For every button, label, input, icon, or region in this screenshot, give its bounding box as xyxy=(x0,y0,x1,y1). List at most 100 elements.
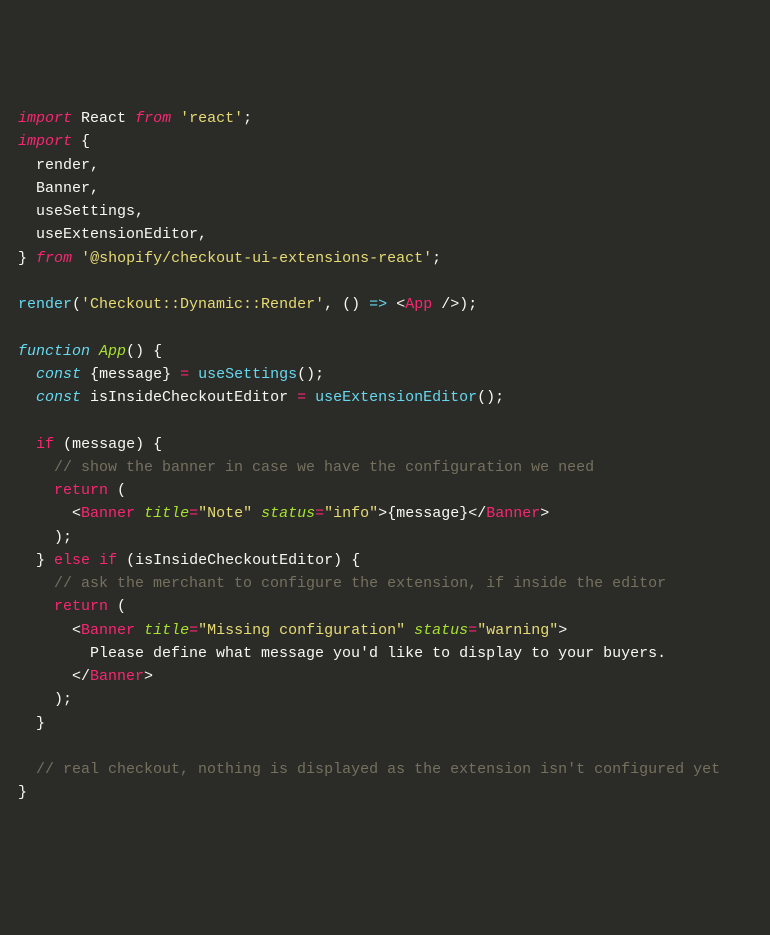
code-line: if (message) { xyxy=(18,436,162,453)
punct: ( xyxy=(126,343,135,360)
identifier: isInsideCheckoutEditor xyxy=(90,389,288,406)
jsx-text: Please define what message you'd like to… xyxy=(90,645,666,662)
code-line: Please define what message you'd like to… xyxy=(18,645,666,662)
comment: // ask the merchant to configure the ext… xyxy=(54,575,666,592)
punct: > xyxy=(540,505,549,522)
brace: { xyxy=(90,366,99,383)
brace: { xyxy=(153,436,162,453)
punct: < xyxy=(396,296,405,313)
code-line: useExtensionEditor, xyxy=(18,226,207,243)
punct: > xyxy=(378,505,387,522)
code-line: } else if (isInsideCheckoutEditor) { xyxy=(18,552,360,569)
identifier: message xyxy=(99,366,162,383)
jsx-tag: Banner xyxy=(81,505,135,522)
punct: </ xyxy=(72,668,90,685)
attr-name: status xyxy=(414,622,468,639)
fn-decl: App xyxy=(99,343,126,360)
punct: ( xyxy=(72,296,81,313)
code-line: ); xyxy=(18,529,72,546)
operator: = xyxy=(315,505,324,522)
code-line: Banner, xyxy=(18,180,99,197)
code-line: ); xyxy=(18,691,72,708)
brace: } xyxy=(162,366,171,383)
arrow: => xyxy=(369,296,387,313)
operator: = xyxy=(297,389,306,406)
code-line: </Banner> xyxy=(18,668,153,685)
code-line: } xyxy=(18,784,27,801)
keyword-if: if xyxy=(99,552,117,569)
code-line: } xyxy=(18,715,45,732)
keyword-return: return xyxy=(54,482,108,499)
comment: // real checkout, nothing is displayed a… xyxy=(36,761,720,778)
keyword-import: import xyxy=(18,133,72,150)
keyword-return: return xyxy=(54,598,108,615)
keyword-const: const xyxy=(36,389,81,406)
string-literal: "Missing configuration" xyxy=(198,622,405,639)
operator: = xyxy=(180,366,189,383)
identifier: isInsideCheckoutEditor xyxy=(135,552,333,569)
string-literal: "Note" xyxy=(198,505,252,522)
code-block: import React from 'react'; import { rend… xyxy=(18,107,752,805)
punct: (); xyxy=(477,389,504,406)
punct: </ xyxy=(468,505,486,522)
keyword-from: from xyxy=(36,250,72,267)
punct: ) xyxy=(351,296,360,313)
punct: ); xyxy=(54,529,72,546)
punct: ( xyxy=(117,482,126,499)
attr-name: status xyxy=(261,505,315,522)
code-line: import { xyxy=(18,133,90,150)
brace: } xyxy=(36,552,45,569)
keyword-function: function xyxy=(18,343,90,360)
jsx-tag: App xyxy=(405,296,432,313)
fn-call: useExtensionEditor xyxy=(315,389,477,406)
attr-name: title xyxy=(144,622,189,639)
jsx-tag: Banner xyxy=(90,668,144,685)
fn-call: useSettings xyxy=(198,366,297,383)
code-line: return ( xyxy=(18,598,126,615)
brace: { xyxy=(153,343,162,360)
code-line: render('Checkout::Dynamic::Render', () =… xyxy=(18,296,477,313)
operator: = xyxy=(468,622,477,639)
string-literal: "info" xyxy=(324,505,378,522)
code-line: // real checkout, nothing is displayed a… xyxy=(18,761,720,778)
attr-name: title xyxy=(144,505,189,522)
keyword-else: else xyxy=(54,552,90,569)
punct: ) xyxy=(135,343,144,360)
code-line: const isInsideCheckoutEditor = useExtens… xyxy=(18,389,504,406)
punct: < xyxy=(72,622,81,639)
keyword-import: import xyxy=(18,110,72,127)
code-line: function App() { xyxy=(18,343,162,360)
brace: { xyxy=(81,133,90,150)
code-line: const {message} = useSettings(); xyxy=(18,366,324,383)
punct: (); xyxy=(297,366,324,383)
string-literal: 'Checkout::Dynamic::Render' xyxy=(81,296,324,313)
jsx-tag: Banner xyxy=(81,622,135,639)
punct: ; xyxy=(432,250,441,267)
code-line: import React from 'react'; xyxy=(18,110,252,127)
operator: = xyxy=(189,622,198,639)
brace: } xyxy=(36,715,45,732)
code-line: } from '@shopify/checkout-ui-extensions-… xyxy=(18,250,441,267)
operator: = xyxy=(189,505,198,522)
brace: { xyxy=(387,505,396,522)
brace: } xyxy=(459,505,468,522)
code-line: <Banner title="Note" status="info">{mess… xyxy=(18,505,549,522)
code-line: useSettings, xyxy=(18,203,144,220)
punct: , xyxy=(324,296,333,313)
keyword-if: if xyxy=(36,436,54,453)
identifier: render, xyxy=(36,157,99,174)
string-literal: '@shopify/checkout-ui-extensions-react' xyxy=(81,250,432,267)
code-line: // show the banner in case we have the c… xyxy=(18,459,594,476)
punct: < xyxy=(72,505,81,522)
punct: ( xyxy=(117,598,126,615)
comment: // show the banner in case we have the c… xyxy=(54,459,594,476)
code-line: return ( xyxy=(18,482,126,499)
code-line: render, xyxy=(18,157,99,174)
punct: ) xyxy=(459,296,468,313)
punct: /> xyxy=(441,296,459,313)
punct: > xyxy=(144,668,153,685)
punct: ; xyxy=(243,110,252,127)
brace: } xyxy=(18,250,27,267)
identifier: useSettings, xyxy=(36,203,144,220)
brace: { xyxy=(351,552,360,569)
